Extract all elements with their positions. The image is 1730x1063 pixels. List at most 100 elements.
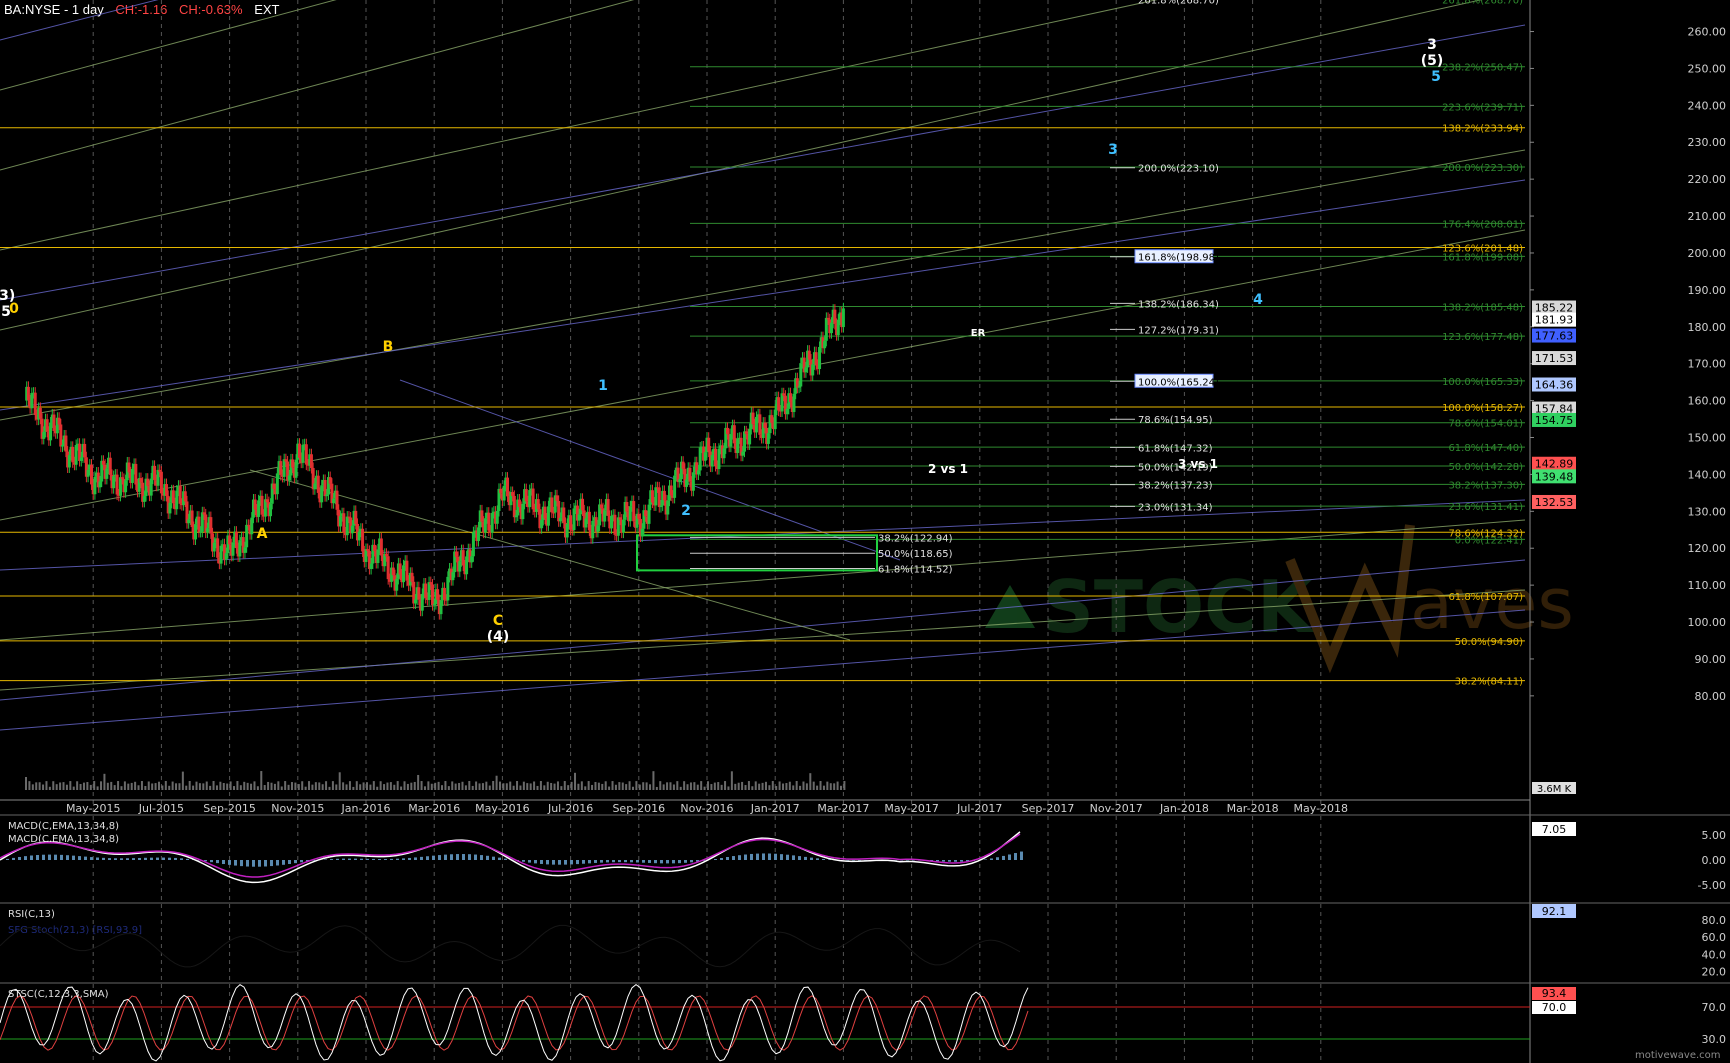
- stoch-panel: STSC(C,12,3,3,SMA)70.030.093.470.0: [0, 982, 1730, 1062]
- candle-body: [199, 531, 203, 533]
- candle-body: [439, 600, 443, 615]
- volume-bar: [434, 782, 437, 790]
- candle-body: [149, 478, 153, 496]
- volume-bar: [335, 784, 338, 790]
- macd-histogram-bar: [42, 854, 45, 860]
- volume-bar: [413, 781, 416, 790]
- volume-bar: [683, 781, 686, 790]
- watermark-triangle-icon: [985, 585, 1035, 628]
- wave-label: 3: [1108, 142, 1118, 158]
- candle-body: [171, 490, 175, 504]
- volume-bar: [205, 781, 208, 790]
- rsi-value: 92.1: [1542, 905, 1567, 918]
- trendline: [0, 0, 159, 41]
- volume-bar: [366, 782, 368, 790]
- trendline: [0, 609, 1526, 731]
- volume-bar: [822, 785, 825, 790]
- volume-bar: [263, 785, 266, 790]
- candle-body: [572, 508, 576, 531]
- candle-body: [366, 549, 370, 551]
- volume-bar: [362, 782, 365, 790]
- volume-bar: [72, 786, 75, 790]
- candle-body: [514, 515, 518, 518]
- volume-bar: [273, 783, 276, 790]
- stoch-value-2: 70.0: [1542, 1001, 1567, 1014]
- volume-bar: [696, 784, 699, 790]
- volume-bar: [69, 781, 72, 790]
- volume-bar: [512, 785, 515, 790]
- volume-bar: [120, 786, 123, 790]
- volume-bar: [819, 781, 822, 790]
- candle-body: [120, 477, 124, 479]
- candle-body: [42, 431, 46, 439]
- wave-label: 0: [9, 301, 19, 317]
- panel-tick-label: 5.00: [1702, 829, 1727, 842]
- fib-label-right: 50.0%(94.90): [1455, 637, 1523, 648]
- candle-body: [729, 434, 733, 447]
- macd-histogram-bar: [1020, 851, 1023, 860]
- candle-body: [766, 433, 770, 444]
- candle-body: [678, 479, 682, 483]
- candle-body: [483, 518, 487, 533]
- candle-body: [49, 422, 53, 441]
- macd-histogram-bar: [294, 860, 297, 864]
- y-tick-label: 230.00: [1688, 136, 1727, 149]
- macd-histogram-bar: [636, 860, 639, 863]
- candle-body: [795, 378, 799, 388]
- candle-body: [780, 393, 784, 412]
- volume-bar: [533, 781, 536, 790]
- volume-bar: [123, 781, 126, 790]
- macd-histogram-bar: [84, 856, 87, 860]
- candle-body: [67, 455, 71, 468]
- macd-histogram-bar: [396, 858, 399, 860]
- volume-bar: [471, 785, 474, 790]
- candle-body: [811, 364, 815, 376]
- watermark-brand-2: aves: [1410, 563, 1574, 645]
- macd-histogram-bar: [732, 856, 735, 860]
- volume-bar: [580, 781, 583, 790]
- candle-body: [818, 347, 822, 370]
- volume-bar: [45, 781, 48, 790]
- volume-bar: [604, 781, 607, 790]
- fib-label-mid: 61.8%(147.32): [1138, 443, 1213, 454]
- candle-body: [777, 397, 781, 411]
- volume-bar: [707, 781, 709, 790]
- volume-tag-label: 3.6M K: [1537, 784, 1572, 795]
- macd-histogram-bar: [444, 854, 447, 860]
- volume-bar: [164, 781, 167, 790]
- price-chart[interactable]: STOCK aves 261.8%(268.70) 238.2%(250.47) 2…: [0, 0, 1730, 1063]
- volume-bar: [52, 781, 55, 790]
- candle-body: [130, 468, 134, 483]
- candle-body: [413, 599, 417, 604]
- volume-bar: [372, 781, 375, 790]
- wave-label: 1: [598, 378, 608, 394]
- macd-histogram-bar: [108, 858, 111, 860]
- y-axis: 260.00 250.00 240.00 230.00 220.00 210.00 200.…: [1529, 0, 1727, 1063]
- candle-body: [829, 322, 833, 334]
- macd-histogram-bar: [534, 860, 537, 864]
- volume-bar: [31, 784, 34, 790]
- candle-body: [127, 462, 131, 473]
- panel-title: STSC(C,12,3,3,SMA): [8, 989, 109, 1000]
- volume-bar: [256, 786, 259, 790]
- candle-body: [710, 454, 714, 467]
- volume-bar: [420, 781, 423, 790]
- volume-bar: [222, 783, 225, 790]
- fib-label-right: 138.2%(233.94): [1442, 124, 1523, 135]
- candle-body: [430, 584, 434, 606]
- candle-body: [555, 495, 559, 501]
- volume-bar: [672, 784, 675, 790]
- macd-histogram-bar: [300, 860, 303, 863]
- candle-body: [703, 452, 707, 461]
- candle-body: [577, 514, 581, 521]
- macd-histogram-bar: [36, 855, 39, 860]
- x-tick-label: May-2018: [1294, 802, 1349, 815]
- macd-histogram-bar: [222, 860, 225, 865]
- panel-tick-label: 70.0: [1702, 1001, 1727, 1014]
- macd-histogram-bar: [378, 858, 381, 860]
- macd-histogram-bar: [606, 860, 609, 863]
- volume-bar: [802, 781, 805, 790]
- macd-histogram-bar: [264, 860, 267, 867]
- macd-histogram-bar: [102, 857, 105, 860]
- volume-bar: [526, 783, 529, 790]
